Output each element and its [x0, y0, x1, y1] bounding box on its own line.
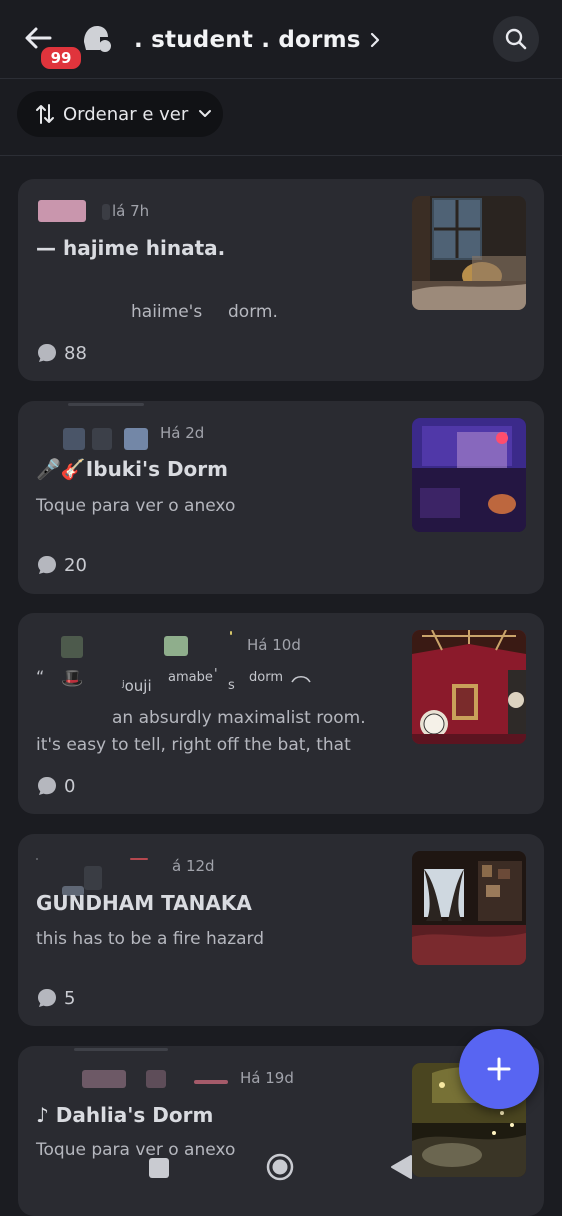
- author-name: [130, 858, 148, 860]
- author-name: [74, 1048, 168, 1051]
- post-thumbnail: [412, 196, 526, 310]
- chat-bubble-icon: [38, 344, 56, 362]
- avatar: [61, 636, 83, 658]
- author-name: [194, 1080, 228, 1084]
- author-name: [36, 858, 38, 860]
- home-button[interactable]: [265, 1152, 295, 1182]
- post-card[interactable]: á 12d GUNDHAM TANAKA this has to be a fi…: [18, 834, 544, 1026]
- post-time: lá 7h: [112, 202, 150, 220]
- post-title: GUNDHAM TANAKA: [36, 891, 252, 915]
- avatar: [82, 1070, 126, 1088]
- chevron-down-icon: [199, 110, 212, 117]
- post-preview: dorm.: [228, 302, 278, 322]
- chat-bubble-icon: [38, 777, 56, 795]
- post-time: Há 10d: [247, 636, 301, 654]
- message-count-value: 88: [64, 342, 87, 364]
- top-bar: 99 . student . dorms: [0, 0, 562, 79]
- post-thumbnail: [412, 630, 526, 744]
- message-count-value: 5: [64, 987, 76, 1009]
- recents-button[interactable]: [146, 1155, 172, 1181]
- avatar: [63, 428, 85, 450]
- message-count-value: 0: [64, 775, 76, 797]
- chat-bubble-icon: [38, 556, 56, 574]
- search-button[interactable]: [493, 16, 539, 62]
- chevron-right-icon: [370, 32, 379, 48]
- post-time: á 12d: [172, 857, 215, 875]
- post-title: ♪ Dahlia's Dorm: [36, 1103, 214, 1127]
- post-preview: haiime's: [131, 302, 203, 322]
- avatar: [38, 200, 86, 222]
- author-name: [92, 428, 112, 450]
- channel-title: . student . dorms: [134, 27, 361, 53]
- author-name: [124, 428, 148, 450]
- top-hat-emoji: 🎩: [61, 668, 84, 689]
- sort-arrows-icon: [36, 104, 54, 124]
- post-preview: this has to be a fire hazard: [36, 929, 265, 949]
- unread-badge: 99: [39, 45, 83, 71]
- author-name: [102, 204, 110, 220]
- post-title-part: amabe: [168, 670, 213, 685]
- message-count: 20: [36, 554, 87, 576]
- author-name: [230, 631, 232, 635]
- post-thumbnail: [412, 851, 526, 965]
- post-thumbnail: [412, 418, 526, 532]
- post-preview: an absurdly maximalist room.: [112, 708, 366, 728]
- author-name: [146, 1070, 166, 1088]
- post-preview: Toque para ver o anexo: [36, 496, 236, 516]
- channel-title-button[interactable]: . student . dorms: [134, 22, 381, 58]
- message-count-value: 20: [64, 554, 87, 576]
- sort-view-button[interactable]: Ordenar e ver: [17, 91, 223, 137]
- post-title: 🎤🎸Ibuki's Dorm: [36, 457, 228, 481]
- forum-channel-icon: [80, 22, 114, 56]
- chat-bubble-icon: [38, 989, 56, 1007]
- avatar: [84, 866, 102, 890]
- post-title-part: s: [228, 678, 235, 693]
- post-time: Há 19d: [240, 1069, 294, 1087]
- home-circle-icon: [266, 1153, 294, 1181]
- post-title-part: ': [214, 667, 218, 682]
- arc-glyph: [291, 675, 311, 683]
- post-card[interactable]: Há 2d 🎤🎸Ibuki's Dorm Toque para ver o an…: [18, 401, 544, 594]
- post-time: Há 2d: [160, 424, 205, 442]
- post-title: — hajime hinata.: [36, 236, 226, 260]
- back-triangle-icon: [391, 1155, 412, 1179]
- sort-view-label: Ordenar e ver: [63, 103, 189, 125]
- message-count: 0: [36, 775, 75, 797]
- plus-icon: [487, 1057, 511, 1081]
- post-preview: it's easy to tell, right off the bat, th…: [36, 735, 351, 755]
- recents-square-icon: [149, 1158, 169, 1178]
- system-back-button[interactable]: [388, 1153, 414, 1181]
- author-name: [68, 403, 144, 406]
- post-card[interactable]: Há 10d “ 🎩 ʲouji amabe ' s dorm an absur…: [18, 613, 544, 814]
- post-title-part: ʲouji: [122, 677, 152, 695]
- sort-bar: Ordenar e ver: [0, 79, 562, 156]
- system-navigation-bar: [0, 1145, 562, 1200]
- message-count: 88: [36, 342, 87, 364]
- post-card[interactable]: lá 7h — hajime hinata. haiime's dorm. 88: [18, 179, 544, 381]
- new-post-button[interactable]: [459, 1029, 539, 1109]
- search-icon: [505, 28, 527, 50]
- message-count: 5: [36, 987, 75, 1009]
- author-name: [164, 636, 188, 656]
- post-title-quote: “: [36, 667, 45, 686]
- post-title-part: dorm: [249, 670, 283, 685]
